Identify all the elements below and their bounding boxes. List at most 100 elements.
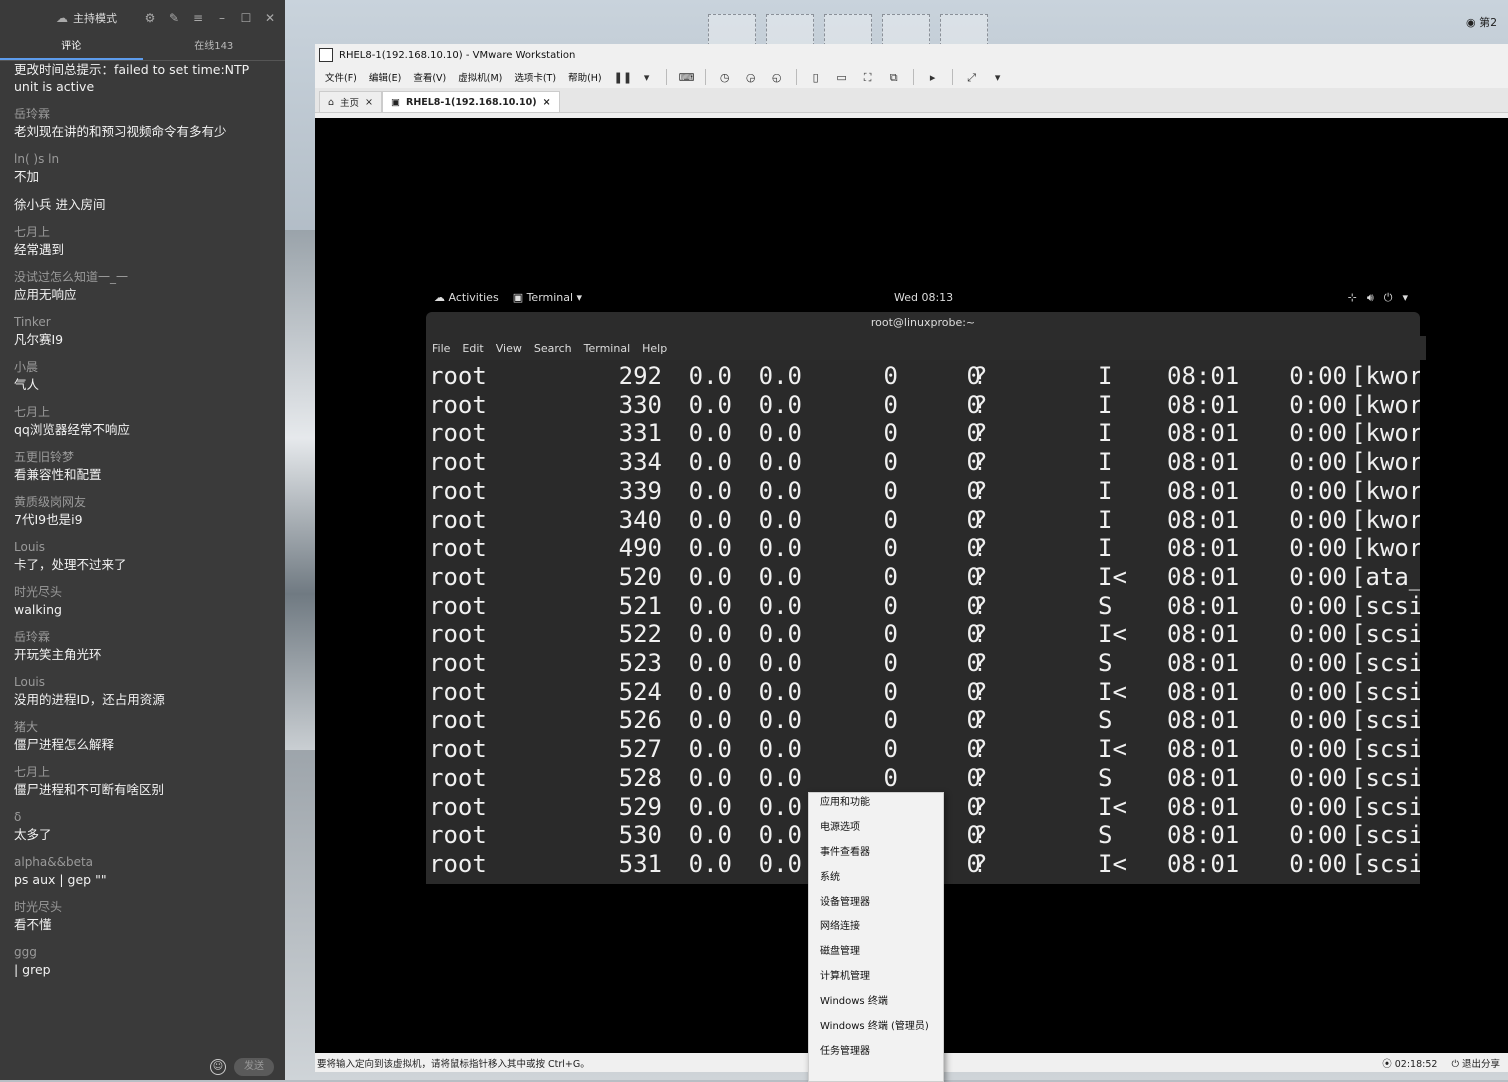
context-menu-item[interactable]: 应用和功能 xyxy=(809,793,943,818)
process-cell: [kwor xyxy=(1351,476,1420,505)
unity-icon[interactable]: ⧉ xyxy=(887,71,901,84)
close-icon[interactable]: ✕ xyxy=(263,11,277,25)
menu-tabs[interactable]: 选项卡(T) xyxy=(514,70,556,84)
message-text: 应用无响应 xyxy=(14,287,77,302)
pause-icon[interactable]: ❚❚ xyxy=(614,71,632,84)
term-menu-help[interactable]: Help xyxy=(642,342,667,355)
revert-snapshot-icon[interactable]: ◶ xyxy=(744,71,758,84)
corner-widget[interactable]: ◉ 第2 xyxy=(1466,14,1506,34)
menu-file[interactable]: 文件(F) xyxy=(325,70,357,84)
message-user: 岳玲霖 xyxy=(14,107,51,121)
dropdown-icon[interactable]: ▾ xyxy=(991,71,1005,84)
process-cell: ? xyxy=(973,562,988,591)
dock-thumbnail[interactable] xyxy=(766,14,814,46)
term-menu-search[interactable]: Search xyxy=(534,342,572,355)
menu-view[interactable]: 查看(V) xyxy=(413,70,446,84)
process-row: root 331 0.0 0.0 0 0? I 08:01 0:00 [kwor xyxy=(426,417,1420,448)
process-cell: 0.0 xyxy=(688,362,732,390)
tab-online[interactable]: 在线143 xyxy=(143,36,286,60)
process-cell: 0 xyxy=(883,390,898,419)
term-menu-terminal[interactable]: Terminal xyxy=(584,342,631,355)
context-menu-item[interactable]: 网络连接 xyxy=(809,917,943,942)
stretch-icon[interactable]: ⤢ xyxy=(965,71,979,84)
chat-message: 黄质级岗网友 7代I9也是i9 xyxy=(14,494,271,528)
tab-comments[interactable]: 评论 xyxy=(0,36,143,60)
gnome-clock[interactable]: Wed 08:13 xyxy=(894,291,953,304)
term-menu-edit[interactable]: Edit xyxy=(462,342,483,355)
process-cell: 0:00 xyxy=(1289,534,1347,563)
host-mode-label: 主持模式 xyxy=(73,12,117,25)
menu-vm[interactable]: 虚拟机(M) xyxy=(458,70,502,84)
context-menu-item[interactable]: 事件查看器 xyxy=(809,843,943,868)
terminal-titlebar: root@linuxprobe:~ xyxy=(426,312,1420,336)
term-menu-file[interactable]: File xyxy=(432,342,450,355)
process-cell: 08:01 xyxy=(1167,476,1240,505)
emoji-icon[interactable]: ☺ xyxy=(210,1059,226,1075)
dropdown-icon[interactable]: ▾ xyxy=(640,71,654,84)
process-cell: 0.0 xyxy=(688,763,732,792)
process-cell: 08:01 xyxy=(1167,649,1240,677)
context-menu-item[interactable]: 系统 xyxy=(809,868,943,893)
process-cell: S xyxy=(1098,821,1113,850)
menu-edit[interactable]: 编辑(E) xyxy=(369,70,401,84)
process-cell: 524 xyxy=(618,677,662,706)
process-cell: 0.0 xyxy=(758,448,802,477)
host-mode[interactable]: ☁ 主持模式 xyxy=(55,10,117,26)
message-text: walking xyxy=(14,602,62,617)
term-menu-view[interactable]: View xyxy=(496,342,522,355)
process-cell: 528 xyxy=(618,763,662,792)
message-text: 经常遇到 xyxy=(14,242,65,257)
dock-thumbnail[interactable] xyxy=(824,14,872,46)
chat-message: Louis 卡了，处理不过来了 xyxy=(14,539,271,573)
thumbnail-icon[interactable]: ▭ xyxy=(835,71,849,84)
app-menu-label: Terminal ▾ xyxy=(526,291,583,304)
minimize-icon[interactable]: – xyxy=(215,11,229,25)
snapshot-manager-icon[interactable]: ◵ xyxy=(770,71,784,84)
context-menu-item[interactable]: 磁盘管理 xyxy=(809,942,943,967)
send-keys-icon[interactable]: ⌨ xyxy=(679,71,695,84)
toolbar-separator xyxy=(795,69,797,85)
tab-vm[interactable]: ▣ RHEL8-1(192.168.10.10) × xyxy=(382,91,560,112)
process-cell: 521 xyxy=(618,591,662,620)
close-icon[interactable]: × xyxy=(365,97,373,108)
context-menu-item[interactable]: 计算机管理 xyxy=(809,967,943,992)
exit-share-button[interactable]: ⏻ 退出分享 xyxy=(1451,1056,1500,1070)
menu-icon[interactable]: ≡ xyxy=(191,11,205,25)
process-cell: ? xyxy=(973,849,988,878)
process-cell: 520 xyxy=(618,562,662,591)
process-cell: 08:01 xyxy=(1167,735,1240,764)
process-cell: I< xyxy=(1098,620,1127,649)
library-icon[interactable]: ▯ xyxy=(809,71,823,84)
maximize-icon[interactable]: ☐ xyxy=(239,11,253,25)
dock-thumbnail[interactable] xyxy=(940,14,988,46)
context-menu-item[interactable]: 设备管理器 xyxy=(809,893,943,918)
volume-icon: 🔊︎ xyxy=(1366,291,1374,304)
edit-icon[interactable]: ✎ xyxy=(167,11,181,25)
process-cell: 0:00 xyxy=(1289,419,1347,448)
close-icon[interactable]: × xyxy=(543,97,551,108)
menu-help[interactable]: 帮助(H) xyxy=(568,70,602,84)
message-user: 没试过怎么知道一_一 xyxy=(14,270,129,284)
tab-home[interactable]: ⌂ 主页 × xyxy=(319,91,383,112)
context-menu-item[interactable]: Windows 终端 xyxy=(809,992,943,1017)
message-text: 老刘现在讲的和预习视频命令有多有少 xyxy=(14,124,227,139)
process-cell: 08:01 xyxy=(1167,562,1240,591)
send-button[interactable]: 发送 xyxy=(234,1058,274,1076)
system-menu[interactable]: ⊹ 🔊︎ ⏻ ▾ xyxy=(1348,291,1408,305)
settings-icon[interactable]: ⚙ xyxy=(143,11,157,25)
console-icon[interactable]: ▸ xyxy=(926,71,940,84)
context-menu-item[interactable]: Windows 终端 (管理员) xyxy=(809,1017,943,1042)
process-cell: 0.0 xyxy=(688,390,732,419)
message-text: ps aux | gep "" xyxy=(14,872,107,887)
process-cell: 0:00 xyxy=(1289,763,1347,792)
dock-thumbnail[interactable] xyxy=(708,14,756,46)
dock-thumbnail[interactable] xyxy=(882,14,930,46)
message-user: Louis xyxy=(14,675,46,689)
fullscreen-icon[interactable]: ⛶ xyxy=(861,71,875,84)
context-menu-item[interactable]: 电源选项 xyxy=(809,818,943,843)
snapshot-icon[interactable]: ◷ xyxy=(718,71,732,84)
context-menu-item[interactable]: 任务管理器 xyxy=(809,1042,943,1067)
process-cell: 331 xyxy=(618,419,662,448)
activities-button[interactable]: ☁ Activities xyxy=(434,291,499,304)
app-menu[interactable]: ▣ Terminal ▾ xyxy=(513,291,582,304)
